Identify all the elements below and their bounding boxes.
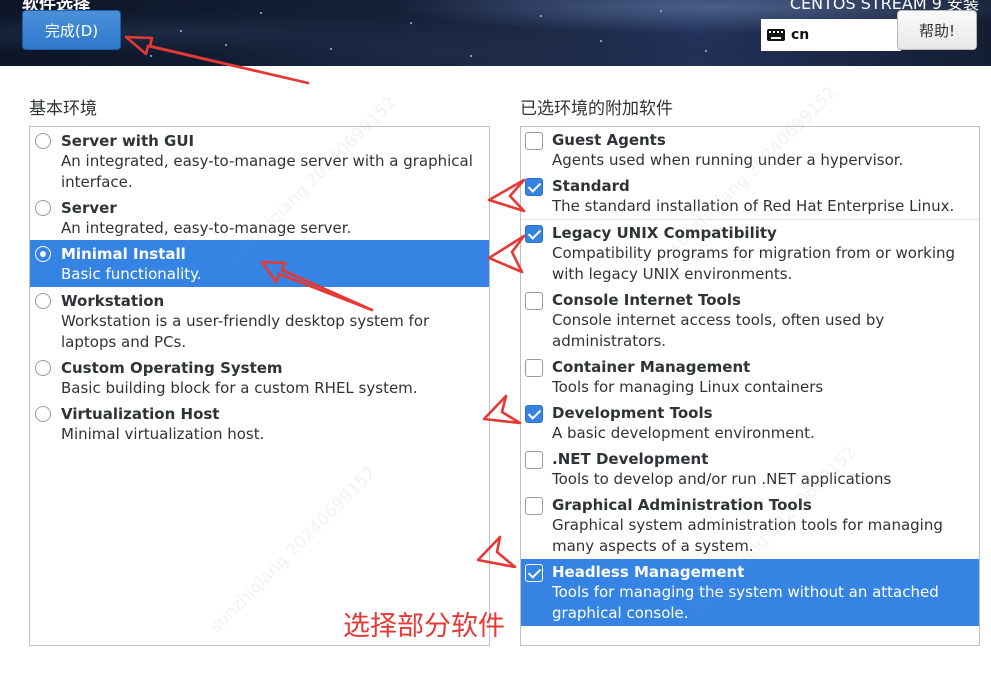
base-environment-list: Server with GUI An integrated, easy-to-m… (29, 126, 490, 646)
env-item-custom-os[interactable]: Custom Operating System Basic building b… (30, 354, 489, 400)
addon-title: .NET Development (552, 450, 709, 468)
addon-description: Graphical system administration tools fo… (552, 516, 943, 555)
radio-button-selected[interactable] (35, 246, 51, 262)
env-title: Server (61, 199, 117, 217)
addon-legacy-unix[interactable]: Legacy UNIX Compatibility Compatibility … (521, 219, 979, 287)
star-decoration (540, 15, 542, 17)
base-environment-label: 基本环境 (29, 99, 97, 119)
radio-button[interactable] (35, 133, 51, 149)
addon-console-internet-tools[interactable]: Console Internet Tools Console internet … (521, 287, 979, 354)
env-title: Minimal Install (61, 245, 186, 263)
env-description: Workstation is a user-friendly desktop s… (61, 312, 430, 351)
addons-list: Guest Agents Agents used when running un… (520, 126, 980, 646)
star-decoration (260, 12, 262, 14)
addons-label: 已选环境的附加软件 (520, 99, 673, 119)
checkbox[interactable] (525, 451, 543, 469)
env-title: Custom Operating System (61, 359, 283, 377)
help-button[interactable]: 帮助! (897, 10, 977, 50)
addon-description: Agents used when running under a hypervi… (552, 151, 904, 169)
keyboard-layout-indicator[interactable]: cn (761, 19, 901, 51)
checkbox-checked[interactable] (525, 564, 543, 582)
addon-container-management[interactable]: Container Management Tools for managing … (521, 354, 979, 400)
checkbox-checked[interactable] (525, 178, 543, 196)
star-decoration (600, 40, 602, 42)
star-decoration (705, 50, 707, 52)
addon-title: Guest Agents (552, 131, 666, 149)
checkbox-checked[interactable] (525, 405, 543, 423)
annotation-arrow (487, 234, 526, 274)
addon-standard[interactable]: Standard The standard installation of Re… (521, 173, 979, 219)
star-decoration (410, 22, 412, 24)
radio-button[interactable] (35, 406, 51, 422)
star-decoration (225, 44, 227, 46)
checkbox-checked[interactable] (525, 225, 543, 243)
env-item-server-with-gui[interactable]: Server with GUI An integrated, easy-to-m… (30, 127, 489, 194)
env-item-virtualization-host[interactable]: Virtualization Host Minimal virtualizati… (30, 400, 489, 446)
addon-description: Compatibility programs for migration fro… (552, 244, 956, 283)
header-banner: 软件选择 CENTOS STREAM 9 安装 完成(D) cn 帮助! (0, 0, 991, 66)
addon-description: Tools for managing Linux containers (552, 378, 824, 396)
addon-guest-agents[interactable]: Guest Agents Agents used when running un… (521, 127, 979, 173)
addon-description: A basic development environment. (552, 424, 815, 442)
addon-description: Tools for managing the system without an… (552, 583, 939, 622)
addon-title: Container Management (552, 358, 751, 376)
star-decoration (330, 48, 332, 50)
addon-title: Console Internet Tools (552, 291, 741, 309)
annotation-arrow (487, 178, 526, 213)
annotation-text: 选择部分软件 (343, 611, 505, 642)
checkbox[interactable] (525, 359, 543, 377)
star-decoration (470, 55, 472, 57)
env-description: An integrated, easy-to-manage server. (61, 219, 352, 237)
addon-description: Tools to develop and/or run .NET applica… (552, 470, 892, 488)
env-description: An integrated, easy-to-manage server wit… (61, 152, 473, 191)
addon-development-tools[interactable]: Development Tools A basic development en… (521, 400, 979, 446)
env-title: Server with GUI (61, 132, 195, 150)
checkbox[interactable] (525, 497, 543, 515)
env-description: Minimal virtualization host. (61, 425, 265, 443)
env-title: Workstation (61, 292, 165, 310)
addon-title: Legacy UNIX Compatibility (552, 224, 777, 242)
addon-title: Headless Management (552, 563, 745, 581)
addon-headless-management[interactable]: Headless Management Tools for managing t… (521, 559, 979, 626)
addon-description: Console internet access tools, often use… (552, 311, 885, 350)
addon-title: Graphical Administration Tools (552, 496, 812, 514)
addon-dotnet-development[interactable]: .NET Development Tools to develop and/or… (521, 446, 979, 492)
env-description: Basic functionality. (61, 265, 202, 283)
env-description: Basic building block for a custom RHEL s… (61, 379, 418, 397)
addon-title: Standard (552, 177, 630, 195)
done-button[interactable]: 完成(D) (22, 10, 121, 50)
addon-description: The standard installation of Red Hat Ent… (552, 197, 955, 215)
env-item-server[interactable]: Server An integrated, easy-to-manage ser… (30, 194, 489, 240)
keyboard-layout-label: cn (791, 27, 810, 43)
star-decoration (660, 10, 662, 12)
radio-button[interactable] (35, 200, 51, 216)
env-item-minimal-install[interactable]: Minimal Install Basic functionality. (30, 240, 489, 287)
radio-button[interactable] (35, 293, 51, 309)
addon-graphical-admin-tools[interactable]: Graphical Administration Tools Graphical… (521, 492, 979, 559)
checkbox[interactable] (525, 132, 543, 150)
env-item-workstation[interactable]: Workstation Workstation is a user-friend… (30, 287, 489, 354)
keyboard-icon (767, 29, 785, 41)
checkbox[interactable] (525, 292, 543, 310)
env-title: Virtualization Host (61, 405, 220, 423)
radio-button[interactable] (35, 360, 51, 376)
addon-title: Development Tools (552, 404, 713, 422)
star-decoration (150, 55, 152, 57)
star-decoration (180, 30, 182, 32)
